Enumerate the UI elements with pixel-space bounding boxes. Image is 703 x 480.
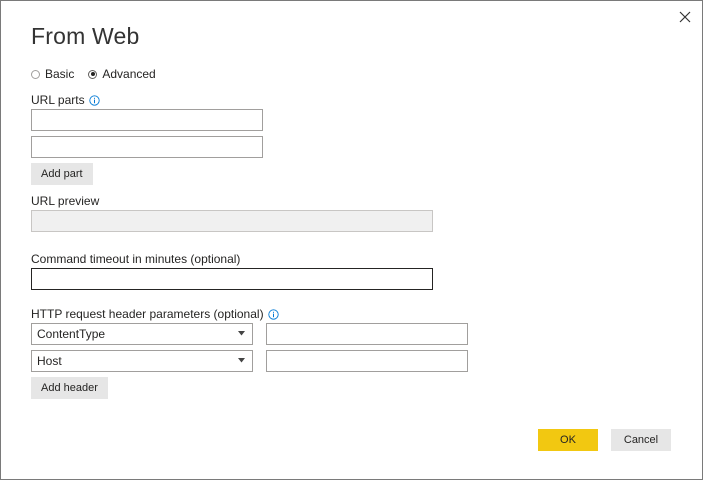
command-timeout-label: Command timeout in minutes (optional) <box>31 252 241 266</box>
add-header-button[interactable]: Add header <box>31 377 108 399</box>
radio-advanced-indicator <box>88 69 98 79</box>
cancel-button[interactable]: Cancel <box>611 429 671 451</box>
command-timeout-input[interactable] <box>31 268 433 290</box>
radio-basic-indicator <box>31 69 40 79</box>
dialog-title: From Web <box>31 23 140 49</box>
url-preview-field <box>31 210 433 232</box>
url-parts-label: URL parts <box>31 93 85 107</box>
close-icon <box>679 11 691 23</box>
info-icon[interactable] <box>267 308 279 320</box>
from-web-dialog: From Web Basic Advanced URL parts Add pa… <box>0 0 703 480</box>
header-value-input-1[interactable] <box>266 323 468 345</box>
header-value-input-2[interactable] <box>266 350 468 372</box>
header-name-select-2[interactable]: Host <box>31 350 253 372</box>
url-part-input-2[interactable] <box>31 136 263 158</box>
url-preview-label: URL preview <box>31 194 100 208</box>
add-part-button[interactable]: Add part <box>31 163 93 185</box>
http-headers-label-row: HTTP request header parameters (optional… <box>31 307 279 321</box>
url-parts-label-row: URL parts <box>31 93 100 107</box>
mode-radio-group: Basic Advanced <box>31 67 170 81</box>
radio-basic[interactable]: Basic <box>31 67 74 81</box>
radio-basic-label: Basic <box>45 67 75 81</box>
chevron-down-icon <box>238 331 245 336</box>
ok-button[interactable]: OK <box>538 429 598 451</box>
radio-advanced[interactable]: Advanced <box>88 67 156 81</box>
header-name-select-1-value: ContentType <box>37 327 106 341</box>
url-part-input-1[interactable] <box>31 109 263 131</box>
header-name-select-2-value: Host <box>37 354 62 368</box>
header-name-select-1[interactable]: ContentType <box>31 323 253 345</box>
http-headers-label: HTTP request header parameters (optional… <box>31 307 264 321</box>
radio-advanced-label: Advanced <box>102 67 156 81</box>
info-icon[interactable] <box>88 94 100 106</box>
chevron-down-icon <box>238 358 245 363</box>
close-button[interactable] <box>675 7 695 27</box>
